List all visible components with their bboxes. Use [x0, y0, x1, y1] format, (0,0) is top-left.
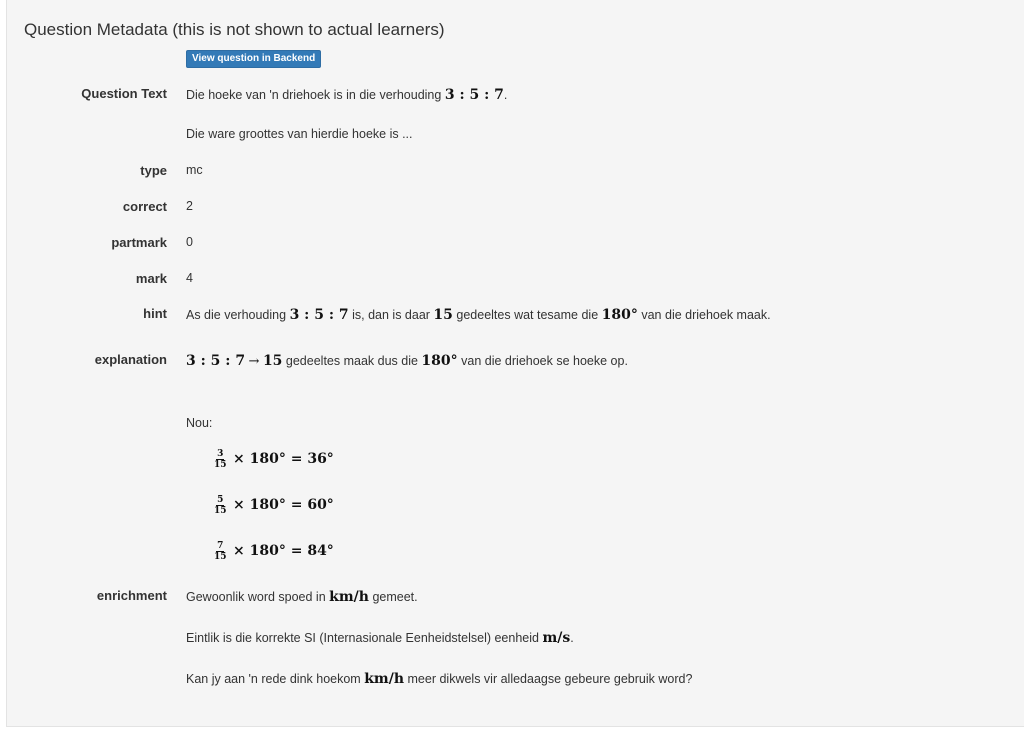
enrichment-l2-pre: Eintlik is die korrekte SI (Internasiona…	[186, 631, 539, 645]
explanation-arrow: →	[248, 354, 260, 369]
fraction: 7 15	[214, 541, 227, 562]
enrichment-line1: Gewoonlik word spoed in km/h gemeet.	[186, 589, 418, 605]
enrichment-line2: Eintlik is die korrekte SI (Internasiona…	[186, 630, 574, 646]
partmark-value: 0	[186, 235, 193, 249]
hint-parts: 15	[433, 307, 453, 323]
enrichment-line3: Kan jy aan 'n rede dink hoekom km/h meer…	[186, 671, 692, 687]
view-in-backend-button[interactable]: View question in Backend	[186, 50, 322, 68]
enrichment-kmh: km/h	[329, 589, 369, 605]
explanation-nou: Nou:	[186, 416, 213, 430]
question-text-line1: Die hoeke van 'n driehoek is in die verh…	[186, 87, 507, 103]
enrichment-l1-post: gemeet.	[372, 590, 418, 604]
explanation-text-1: gedeeltes maak dus die	[285, 354, 418, 368]
panel-title: Question Metadata (this is not shown to …	[24, 20, 445, 39]
hint-text-1: As die verhouding	[186, 308, 287, 322]
equation-rest: × 180° = 36°	[233, 450, 334, 467]
explanation-line1: 3 : 5 : 7 → 15 gedeeltes maak dus die 18…	[186, 353, 628, 369]
hint-text-2: is, dan is daar	[352, 308, 430, 322]
hint-angle: 180°	[601, 307, 638, 323]
enrichment-l3-post: meer dikwels vir alledaagse gebeure gebr…	[407, 672, 693, 686]
partmark-label: partmark	[111, 235, 167, 250]
fraction: 3 15	[214, 449, 227, 470]
enrichment-l3-pre: Kan jy aan 'n rede dink hoekom	[186, 672, 361, 686]
fraction-numerator: 7	[216, 541, 225, 552]
mark-value: 4	[186, 271, 193, 285]
equation-rest: × 180° = 84°	[233, 542, 334, 559]
equation-3: 7 15 × 180° = 84°	[214, 541, 334, 562]
hint-text-4: van die driehoek maak.	[641, 308, 771, 322]
hint-label: hint	[143, 306, 167, 321]
equation-rest: × 180° = 60°	[233, 496, 334, 513]
explanation-parts: 15	[262, 353, 283, 369]
question-text-post: .	[503, 88, 508, 102]
enrichment-l3-kmh: km/h	[364, 671, 405, 687]
type-label: type	[140, 163, 167, 178]
mark-label: mark	[135, 271, 167, 286]
fraction-numerator: 5	[216, 495, 225, 506]
equation-2: 5 15 × 180° = 60°	[214, 495, 334, 516]
correct-value: 2	[186, 199, 193, 213]
fraction: 5 15	[214, 495, 227, 516]
enrichment-l1-pre: Gewoonlik word spoed in	[186, 590, 326, 604]
hint-text-3: gedeeltes wat tesame die	[456, 308, 599, 322]
equation-1: 3 15 × 180° = 36°	[214, 449, 334, 470]
question-text-line2: Die ware groottes van hierdie hoeke is .…	[186, 127, 413, 141]
enrichment-l2-post: .	[570, 631, 574, 645]
fraction-denominator: 15	[214, 460, 227, 470]
explanation-angle: 180°	[421, 353, 458, 369]
enrichment-label: enrichment	[96, 588, 167, 603]
fraction-denominator: 15	[214, 506, 227, 516]
hint-ratio: 3 : 5 : 7	[289, 307, 349, 323]
question-text-label: Question Text	[81, 86, 167, 101]
explanation-text-2: van die driehoek se hoeke op.	[461, 354, 628, 368]
fraction-numerator: 3	[216, 449, 225, 460]
type-value: mc	[186, 163, 203, 177]
question-text-pre: Die hoeke van 'n driehoek is in die verh…	[186, 88, 442, 102]
fraction-denominator: 15	[214, 552, 227, 562]
hint-value: As die verhouding 3 : 5 : 7 is, dan is d…	[186, 307, 771, 323]
question-metadata-panel: Question Metadata (this is not shown to …	[6, 0, 1024, 727]
correct-label: correct	[122, 199, 167, 214]
question-ratio: 3 : 5 : 7	[444, 87, 504, 103]
explanation-ratio: 3 : 5 : 7	[186, 353, 246, 369]
explanation-label: explanation	[94, 352, 167, 367]
enrichment-ms: m/s	[542, 630, 571, 646]
